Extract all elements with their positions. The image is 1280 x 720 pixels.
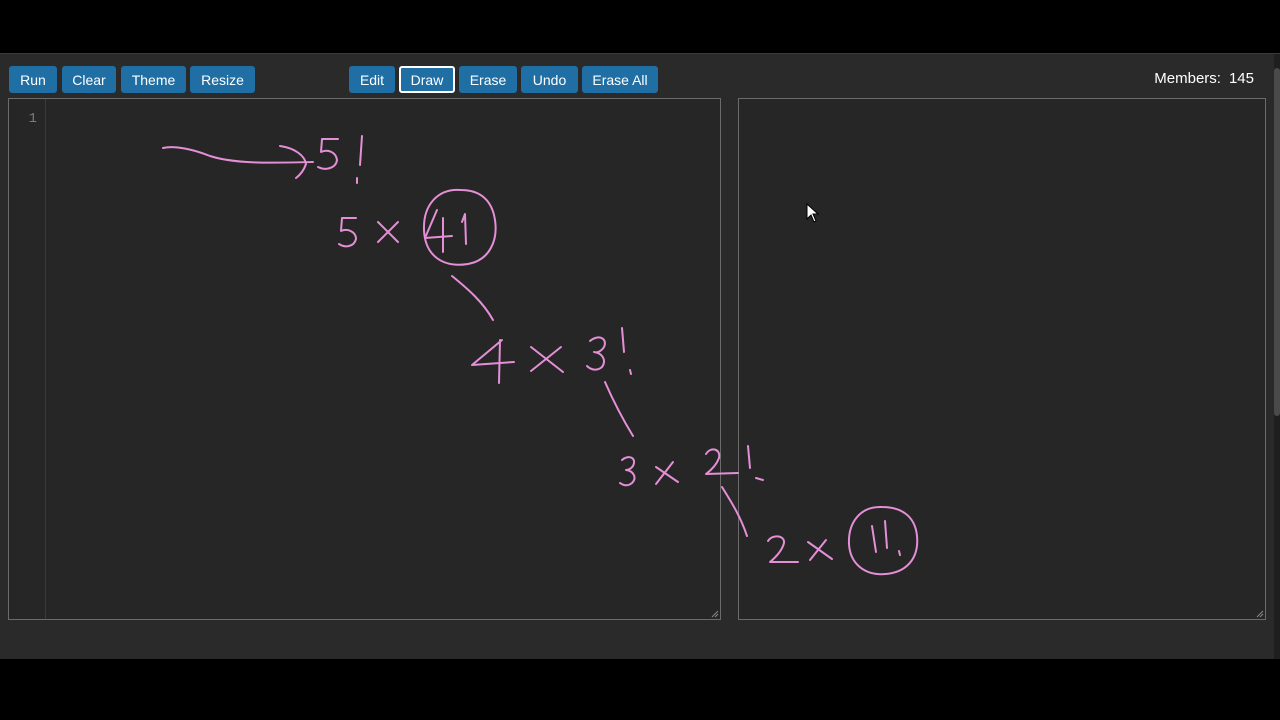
line-number: 1 xyxy=(28,111,37,127)
app-container: Run Clear Theme Resize Edit Draw Erase U… xyxy=(0,53,1280,659)
clear-button[interactable]: Clear xyxy=(62,66,116,93)
draw-button[interactable]: Draw xyxy=(399,66,455,93)
editor-resize-grip-icon[interactable] xyxy=(711,610,719,618)
edit-button[interactable]: Edit xyxy=(349,66,395,93)
undo-button[interactable]: Undo xyxy=(521,66,578,93)
line-number-gutter: 1 xyxy=(9,99,46,619)
page-scrollbar[interactable] xyxy=(1274,54,1280,659)
members-label: Members: xyxy=(1154,70,1221,87)
theme-button[interactable]: Theme xyxy=(121,66,186,93)
output-panel xyxy=(738,98,1266,620)
run-button[interactable]: Run xyxy=(9,66,57,93)
erase-all-button[interactable]: Erase All xyxy=(582,66,658,93)
members-count: 145 xyxy=(1228,70,1254,87)
erase-button[interactable]: Erase xyxy=(459,66,517,93)
resize-button[interactable]: Resize xyxy=(190,66,255,93)
output-resize-grip-icon[interactable] xyxy=(1256,610,1264,618)
members-counter: Members: 145 xyxy=(1154,70,1254,87)
code-editor[interactable]: 1 xyxy=(8,98,721,620)
mouse-cursor-icon xyxy=(806,203,820,223)
scrollbar-thumb[interactable] xyxy=(1274,68,1280,416)
